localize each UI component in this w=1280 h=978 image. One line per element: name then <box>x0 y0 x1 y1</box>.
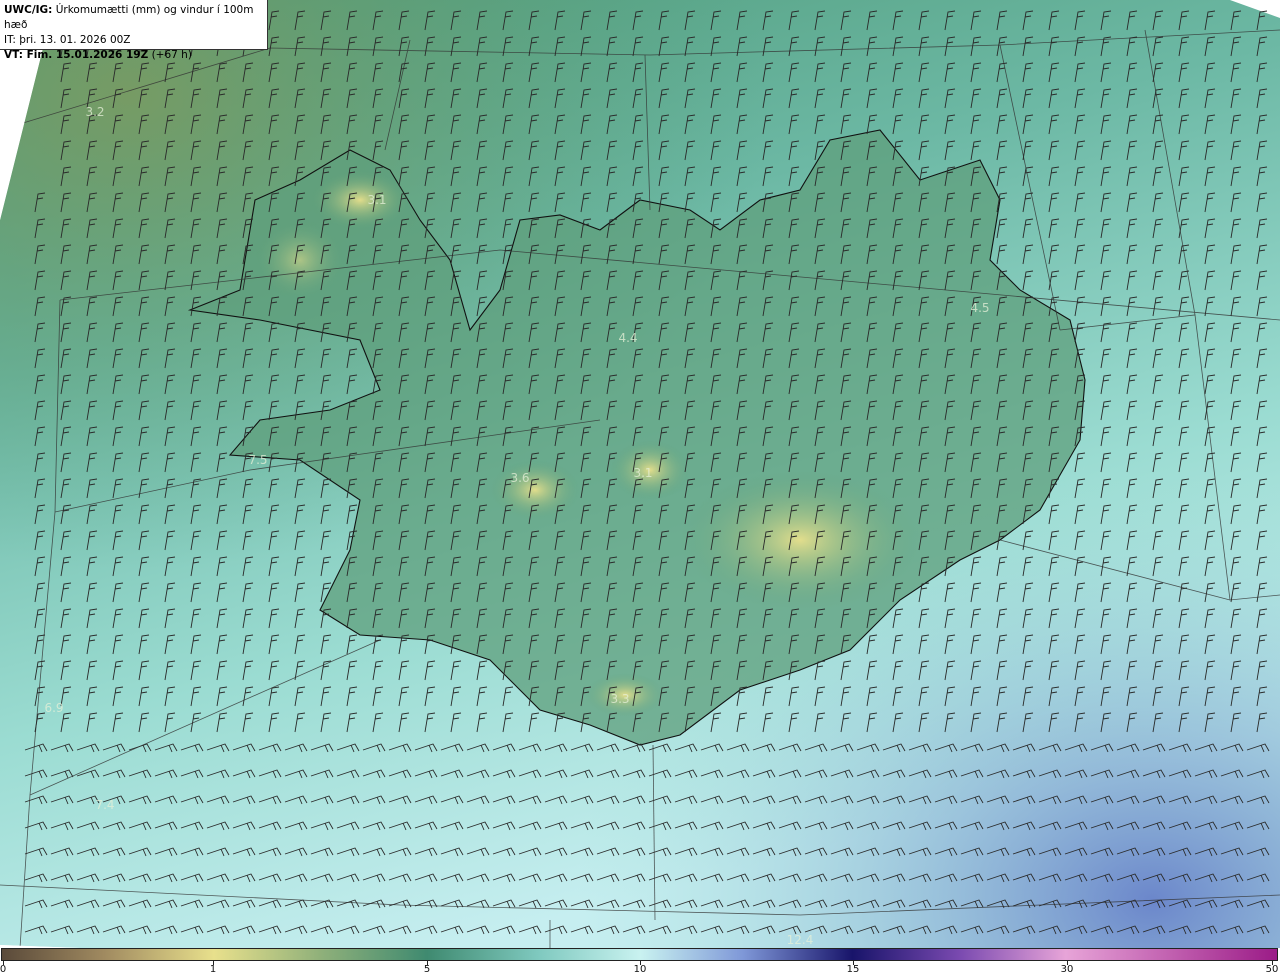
forecast-lead: (+67 h) <box>151 49 192 61</box>
map-value-label: 3.2 <box>85 105 105 119</box>
map-title: UWC/IG: Úrkomumætti (mm) og vindur í 100… <box>4 3 263 33</box>
map-value-label: 3.1 <box>633 466 653 480</box>
colorbar-tick-label: 50 <box>1265 964 1279 975</box>
colorbar-tick-label: 1 <box>209 964 217 975</box>
valid-time: VT: Fim. 15.01.2026 19Z <box>4 49 149 61</box>
valid-time-row: VT: Fim. 15.01.2026 19Z (+67 h) <box>4 48 263 63</box>
map-value-label: 12.4 <box>786 933 814 947</box>
map-value-label: 7.5 <box>248 453 268 467</box>
colorbar-tick-label: 15 <box>846 964 860 975</box>
map-value-label: 4.4 <box>618 331 638 345</box>
product-code: UWC/IG: <box>4 4 53 16</box>
colorbar-tick-label: 0 <box>0 964 7 975</box>
map-value-label: 6.9 <box>44 701 64 715</box>
colorbar-tick-label: 10 <box>633 964 647 975</box>
initial-time: IT: þri. 13. 01. 2026 00Z <box>4 34 131 46</box>
map-value-label: 3.1 <box>367 193 387 207</box>
map-info-box: UWC/IG: Úrkomumætti (mm) og vindur í 100… <box>0 0 268 61</box>
map-value-label: 7.4 <box>95 798 115 812</box>
colorbar-tick-label: 30 <box>1060 964 1074 975</box>
colorbar-tick-label: 5 <box>423 964 431 975</box>
map-value-label: 4.5 <box>970 301 990 315</box>
colorbar-legend: 0 1 5 10 15 30 50 <box>0 948 1280 978</box>
map-value-label: 3.6 <box>510 471 530 485</box>
map-value-label: 3.3 <box>610 692 630 706</box>
